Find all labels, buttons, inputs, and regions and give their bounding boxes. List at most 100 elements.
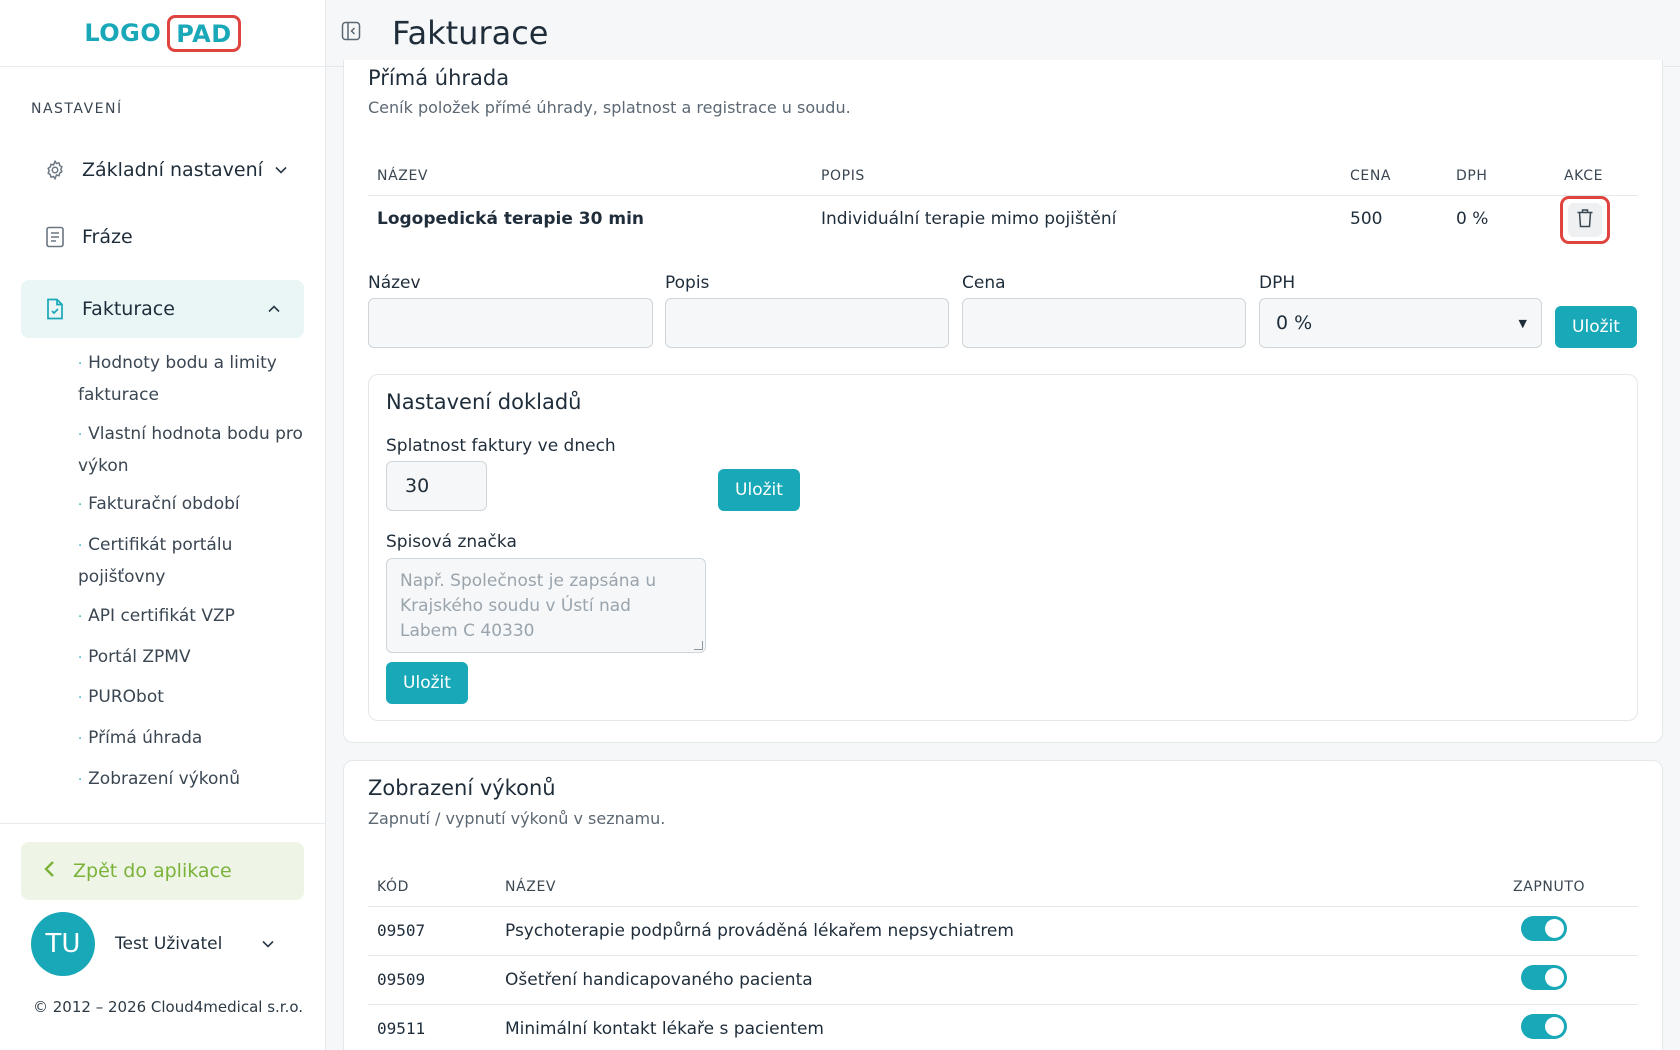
sidebar-item-billing[interactable]: Fakturace <box>21 280 304 338</box>
document-settings-title: Nastavení dokladů <box>386 390 582 414</box>
procedures-title: Zobrazení výkonů <box>368 776 556 800</box>
due-days-label: Splatnost faktury ve dnech <box>386 436 616 456</box>
procedure-name: Minimální kontakt lékaře s pacientem <box>505 1019 824 1039</box>
sidebar-subitem-billing-period[interactable]: · Fakturační období <box>78 489 304 521</box>
sidebar-item-basic-settings[interactable]: Základní nastavení <box>21 141 304 199</box>
name-input[interactable] <box>368 298 653 348</box>
save-due-days-button[interactable]: Uložit <box>718 469 800 511</box>
procedure-toggle[interactable] <box>1521 965 1567 990</box>
vat-select[interactable]: 0 % ▼ <box>1259 298 1542 348</box>
bullet-icon: · <box>78 651 83 666</box>
user-name: Test Uživatel <box>115 934 223 954</box>
price-item-price: 500 <box>1350 209 1383 229</box>
row-divider <box>368 955 1638 956</box>
gear-icon <box>40 159 70 181</box>
sidebar-subitem-procedure-display[interactable]: · Zobrazení výkonů <box>78 764 304 796</box>
chevron-down-icon <box>262 936 274 952</box>
collapse-sidebar-button[interactable] <box>336 18 366 48</box>
sidebar-item-phrases[interactable]: Fráze <box>21 208 304 266</box>
column-header-price: CENA <box>1350 168 1392 184</box>
page-title: Fakturace <box>392 14 549 52</box>
sidebar-subitem-label: Vlastní hodnota bodu pro <box>88 424 303 444</box>
chevron-left-icon <box>43 859 55 884</box>
file-number-textarea[interactable]: Např. Společnost je zapsána u Krajského … <box>386 558 706 653</box>
file-number-label: Spisová značka <box>386 532 517 552</box>
bullet-icon: · <box>78 428 83 443</box>
column-header-actions: AKCE <box>1564 168 1604 184</box>
document-icon <box>40 226 70 248</box>
price-field-label: Cena <box>962 273 1006 293</box>
sidebar-subitem-vzp-api[interactable]: · API certifikát VZP <box>78 601 304 633</box>
procedure-toggle[interactable] <box>1521 1014 1567 1039</box>
bullet-icon: · <box>78 691 83 706</box>
procedure-code: 09509 <box>377 970 426 989</box>
logo[interactable]: LOGO PAD <box>0 0 325 67</box>
sidebar-subitem-point-values[interactable]: · Hodnoty bodu a limity fakturace <box>78 348 304 410</box>
bullet-icon: · <box>78 498 83 513</box>
price-input[interactable] <box>962 298 1246 348</box>
sidebar: LOGO PAD NASTAVENÍ Základní nastavení Fr… <box>0 0 326 1050</box>
logo-text-pad: PAD <box>167 14 241 52</box>
avatar: TU <box>31 912 95 976</box>
user-menu[interactable]: TU Test Uživatel <box>31 912 274 976</box>
chevron-up-icon <box>268 301 280 317</box>
sidebar-subitem-label-cont: výkon <box>78 456 129 476</box>
back-to-app-button[interactable]: Zpět do aplikace <box>21 842 304 900</box>
save-file-number-button[interactable]: Uložit <box>386 662 468 704</box>
save-item-button[interactable]: Uložit <box>1555 306 1637 348</box>
toggle-knob <box>1545 919 1564 938</box>
top-bar: Fakturace <box>326 0 1680 67</box>
sidebar-item-label: Základní nastavení <box>82 159 263 181</box>
bullet-icon: · <box>78 732 83 747</box>
column-header-enabled: ZAPNUTO <box>1513 879 1586 895</box>
procedures-card <box>343 760 1663 1050</box>
column-header-vat: DPH <box>1456 168 1488 184</box>
sidebar-subitem-custom-point-value[interactable]: · Vlastní hodnota bodu pro výkon <box>78 419 304 481</box>
column-header-description: POPIS <box>821 168 865 184</box>
bullet-icon: · <box>78 610 83 625</box>
sidebar-subitem-label: Portál ZPMV <box>88 647 191 667</box>
sidebar-subitem-label: Zobrazení výkonů <box>88 769 240 789</box>
bullet-icon: · <box>78 773 83 788</box>
column-header-name: NÁZEV <box>377 168 429 184</box>
sidebar-subitem-label-cont: pojišťovny <box>78 567 166 587</box>
chevron-down-icon <box>275 162 287 178</box>
toggle-knob <box>1545 968 1564 987</box>
sidebar-subitem-insurer-certificate[interactable]: · Certifikát portálu pojišťovny <box>78 530 304 592</box>
table-header-divider <box>368 906 1638 907</box>
toggle-knob <box>1545 1017 1564 1036</box>
delete-button-body <box>1568 203 1602 237</box>
procedure-toggle[interactable] <box>1521 916 1567 941</box>
price-item-description: Individuální terapie mimo pojištění <box>821 209 1117 229</box>
procedures-subtitle: Zapnutí / vypnutí výkonů v seznamu. <box>368 809 666 828</box>
procedure-name: Ošetření handicapovaného pacienta <box>505 970 813 990</box>
logo-text-logo: LOGO <box>84 19 162 47</box>
table-header-divider <box>368 195 1638 196</box>
sidebar-section-title: NASTAVENÍ <box>31 101 123 117</box>
description-input[interactable] <box>665 298 949 348</box>
trash-icon <box>1576 208 1594 232</box>
sidebar-item-label: Fakturace <box>82 298 175 320</box>
vat-select-value: 0 % <box>1276 312 1313 334</box>
row-divider <box>368 1004 1638 1005</box>
name-field-label: Název <box>368 273 421 293</box>
bullet-icon: · <box>78 539 83 554</box>
caret-down-icon: ▼ <box>1518 316 1527 330</box>
bullet-icon: · <box>78 357 83 372</box>
sidebar-subitem-label: API certifikát VZP <box>88 606 235 626</box>
sidebar-subitem-zpmv-portal[interactable]: · Portál ZPMV <box>78 642 304 674</box>
direct-payment-subtitle: Ceník položek přímé úhrady, splatnost a … <box>368 98 851 117</box>
sidebar-subitem-direct-payment[interactable]: · Přímá úhrada <box>78 723 304 755</box>
sidebar-toggle-icon <box>341 21 361 45</box>
description-field-label: Popis <box>665 273 710 293</box>
column-header-code: KÓD <box>377 879 410 895</box>
invoice-icon <box>40 298 70 320</box>
sidebar-subitem-purobot[interactable]: · PURObot <box>78 682 304 714</box>
due-days-input[interactable]: 30 <box>386 461 487 511</box>
sidebar-divider <box>0 823 326 824</box>
procedure-code: 09511 <box>377 1019 426 1038</box>
delete-item-button[interactable] <box>1560 196 1610 244</box>
sidebar-subitem-label: Fakturační období <box>88 494 240 514</box>
resize-handle-icon[interactable] <box>694 641 703 650</box>
sidebar-subitem-label: Přímá úhrada <box>88 728 203 748</box>
